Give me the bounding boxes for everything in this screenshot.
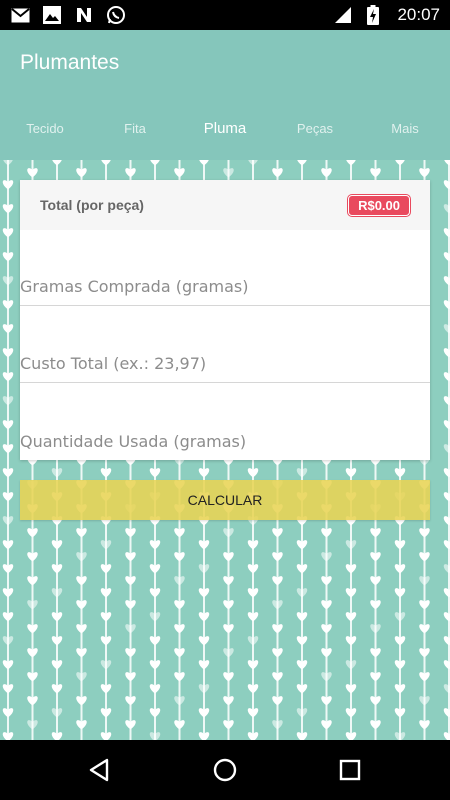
tab-pecas[interactable]: Peças xyxy=(270,110,360,146)
tab-pluma[interactable]: Pluma xyxy=(180,110,270,146)
tab-bar: Tecido Fita Pluma Peças Mais xyxy=(0,110,450,146)
gmail-icon xyxy=(10,5,30,25)
system-icons: 20:07 xyxy=(333,5,440,25)
app-bar: Plumantes Tecido Fita Pluma Peças Mais xyxy=(0,30,450,160)
total-cost-field[interactable] xyxy=(20,339,430,383)
grams-bought-field[interactable] xyxy=(20,262,430,306)
total-cost-input[interactable] xyxy=(20,339,430,382)
total-badge: R$0.00 xyxy=(348,194,410,216)
back-icon[interactable] xyxy=(87,757,113,783)
recents-icon[interactable] xyxy=(337,757,363,783)
home-icon[interactable] xyxy=(212,757,238,783)
quantity-used-field[interactable] xyxy=(20,416,430,460)
tab-fita[interactable]: Fita xyxy=(90,110,180,146)
battery-charging-icon xyxy=(363,5,383,25)
status-bar: 20:07 xyxy=(0,0,450,30)
quantity-used-input[interactable] xyxy=(20,416,430,460)
tab-mais[interactable]: Mais xyxy=(360,110,450,146)
whatsapp-icon xyxy=(106,5,126,25)
app-title: Plumantes xyxy=(20,51,120,74)
tab-tecido[interactable]: Tecido xyxy=(0,110,90,146)
total-per-piece-label: Total (por peça) xyxy=(40,197,144,213)
clock: 20:07 xyxy=(397,5,440,24)
photos-icon xyxy=(42,5,62,25)
navigation-bar xyxy=(0,740,450,800)
n-app-icon xyxy=(74,5,94,25)
wifi-icon xyxy=(333,5,353,25)
grams-bought-input[interactable] xyxy=(20,262,430,305)
calculate-button[interactable]: CALCULAR xyxy=(20,480,430,520)
card-header: Total (por peça) R$0.00 xyxy=(20,180,430,230)
notification-icons xyxy=(10,5,126,25)
